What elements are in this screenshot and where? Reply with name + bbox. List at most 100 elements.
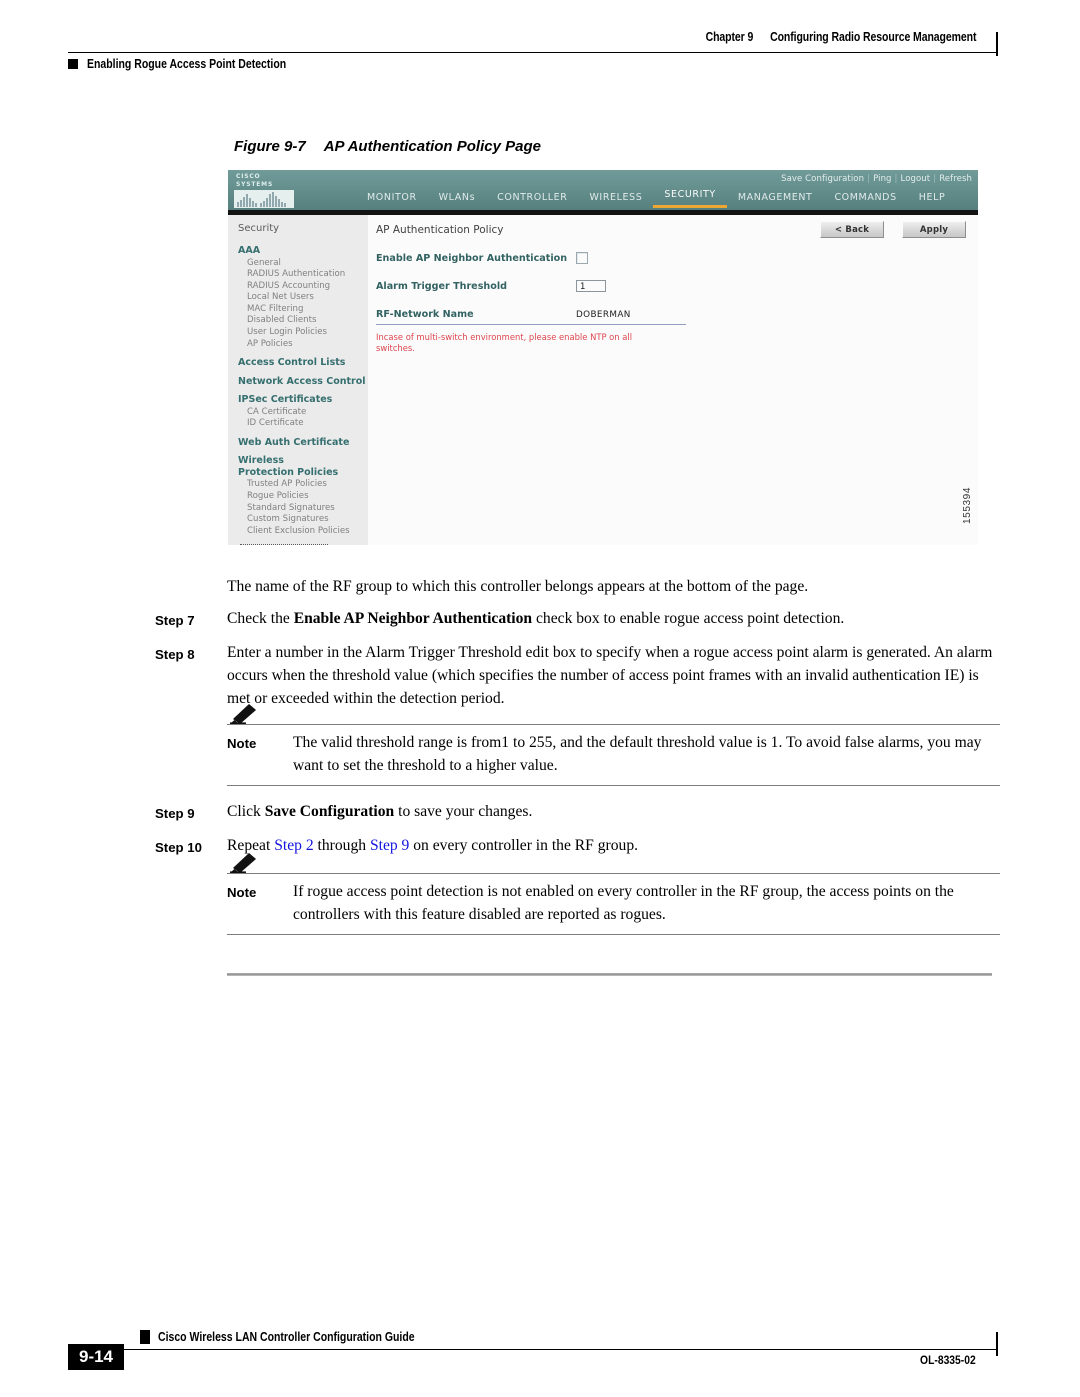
sidebar-item-user-login-policies[interactable]: User Login Policies — [238, 327, 368, 339]
sidebar-item-local-net-users[interactable]: Local Net Users — [238, 292, 368, 304]
sidebar-item-ca-certificate[interactable]: CA Certificate — [238, 407, 368, 419]
nav-monitor[interactable]: MONITOR — [356, 190, 428, 208]
step-10-label: Step 10 — [155, 840, 202, 855]
wlc-sidebar: Security AAA General RADIUS Authenticati… — [228, 215, 368, 545]
figure-number: Figure 9-7 — [234, 138, 306, 155]
sidebar-group-access-control-lists[interactable]: Access Control Lists — [238, 357, 368, 369]
lead-paragraph: The name of the RF group to which this c… — [227, 578, 809, 595]
step-7: Step 7 Check the Enable AP Neighbor Auth… — [155, 607, 1000, 632]
step-8-text: Enter a number in the Alarm Trigger Thre… — [227, 644, 993, 707]
document-body: The name of the RF group to which this c… — [155, 575, 1000, 949]
page-footer: Cisco Wireless LAN Controller Configurat… — [68, 1330, 998, 1382]
pencil-icon — [230, 704, 256, 724]
sidebar-item-disabled-clients[interactable]: Disabled Clients — [238, 315, 368, 327]
step-10-part-2: through — [313, 837, 370, 854]
sidebar-item-rogue-policies[interactable]: Rogue Policies — [238, 491, 368, 503]
figure-art-id: 155394 — [962, 487, 973, 524]
wlc-body: Security AAA General RADIUS Authenticati… — [228, 215, 978, 545]
header-rule — [68, 52, 998, 54]
step-9-part-0: Click — [227, 803, 265, 820]
sidebar-item-ap-authentication[interactable]: AP Authentication — [240, 544, 328, 545]
pencil-icon — [230, 853, 256, 873]
sidebar-item-standard-signatures[interactable]: Standard Signatures — [238, 503, 368, 515]
note-1-label: Note — [227, 736, 257, 751]
save-configuration-link[interactable]: Save Configuration — [781, 174, 864, 184]
rf-network-name-value: DOBERMAN — [576, 309, 631, 320]
nav-management[interactable]: MANAGEMENT — [727, 190, 824, 208]
step-9-label: Step 9 — [155, 806, 195, 821]
note-2-inner: Note If rogue access point detection is … — [227, 873, 1000, 935]
step-8-label: Step 8 — [155, 647, 195, 662]
section-end-rule — [227, 973, 992, 977]
alarm-trigger-threshold-input[interactable]: 1 — [576, 280, 606, 292]
wlc-main-nav[interactable]: MONITOR WLANs CONTROLLER WIRELESS SECURI… — [356, 187, 956, 208]
note-1-inner: Note The valid threshold range is from1 … — [227, 724, 1000, 786]
footer-bullet-square-icon — [140, 1330, 150, 1344]
nav-controller[interactable]: CONTROLLER — [486, 190, 578, 208]
nav-security[interactable]: SECURITY — [653, 187, 727, 208]
sidebar-group-network-access-control[interactable]: Network Access Control — [238, 376, 368, 388]
note-2-text: If rogue access point detection is not e… — [293, 883, 954, 923]
apply-button[interactable]: Apply — [902, 221, 966, 238]
sidebar-item-trusted-ap-policies[interactable]: Trusted AP Policies — [238, 479, 368, 491]
step-9-part-1: Save Configuration — [264, 803, 395, 820]
xref-step-9[interactable]: Step 9 — [370, 837, 409, 854]
step-10-part-4: on every controller in the RF group. — [409, 837, 639, 854]
footer-guide-title: Cisco Wireless LAN Controller Configurat… — [158, 1330, 415, 1344]
rf-network-name-label: RF-Network Name — [376, 309, 474, 320]
footer-page-number: 9-14 — [68, 1344, 124, 1370]
page-header: Chapter 9 Configuring Radio Resource Mana… — [68, 30, 998, 82]
nav-wireless[interactable]: WIRELESS — [578, 190, 653, 208]
footer-document-id: OL-8335-02 — [920, 1353, 976, 1367]
sidebar-item-id-certificate[interactable]: ID Certificate — [238, 418, 368, 430]
refresh-link[interactable]: Refresh — [939, 174, 972, 184]
step-7-label: Step 7 — [155, 613, 195, 628]
cisco-logo-wordmark: CISCO SYSTEMS — [236, 173, 274, 188]
enable-ap-neighbor-auth-label: Enable AP Neighbor Authentication — [376, 252, 568, 264]
note-1-text: The valid threshold range is from1 to 25… — [293, 734, 982, 774]
footer-rule-tick — [996, 1332, 998, 1356]
note-block-1: Note The valid threshold range is from1 … — [227, 704, 1000, 786]
link-separator: | — [933, 174, 937, 184]
step-9-text: Click Save Configuration to save your ch… — [227, 800, 1000, 825]
sidebar-item-mac-filtering[interactable]: MAC Filtering — [238, 304, 368, 316]
nav-commands[interactable]: COMMANDS — [823, 190, 907, 208]
sidebar-group-ipsec-certificates[interactable]: IPSec Certificates — [238, 394, 368, 406]
xref-step-2[interactable]: Step 2 — [274, 837, 313, 854]
header-chapter-title: Configuring Radio Resource Management — [769, 30, 976, 44]
sidebar-item-ap-policies[interactable]: AP Policies — [238, 339, 368, 351]
cisco-systems-logo: CISCO SYSTEMS — [234, 173, 296, 208]
link-separator: | — [867, 174, 871, 184]
step-10-text: Repeat Step 2 through Step 9 on every co… — [227, 834, 1000, 859]
back-button[interactable]: < Back — [820, 221, 884, 238]
nav-help[interactable]: HELP — [908, 190, 957, 208]
sidebar-item-radius-accounting[interactable]: RADIUS Accounting — [238, 281, 368, 293]
header-chapter-line: Chapter 9 Configuring Radio Resource Mana… — [705, 30, 976, 44]
logout-link[interactable]: Logout — [901, 174, 931, 184]
wlc-top-bar: CISCO SYSTEMS Save Configuration | Ping | Lo… — [228, 170, 978, 210]
step-7-part-0: Check the — [227, 610, 294, 627]
nav-wlans[interactable]: WLANs — [428, 190, 486, 208]
alarm-trigger-threshold-row: Alarm Trigger Threshold 1 — [376, 280, 978, 292]
note-block-2: Note If rogue access point detection is … — [227, 853, 1000, 935]
sidebar-group-wireless-protection-policies[interactable]: Wireless Protection Policies — [238, 455, 343, 478]
figure-title: AP Authentication Policy Page — [323, 138, 541, 155]
sidebar-item-custom-signatures[interactable]: Custom Signatures — [238, 514, 368, 526]
panel-action-buttons: < Back Apply — [820, 221, 966, 238]
ntp-warning-text: Incase of multi-switch environment, plea… — [376, 332, 633, 353]
sidebar-item-client-exclusion-policies[interactable]: Client Exclusion Policies — [238, 526, 368, 538]
sidebar-item-general[interactable]: General — [238, 258, 368, 270]
sidebar-item-radius-authentication[interactable]: RADIUS Authentication — [238, 269, 368, 281]
step-9-part-2: to save your changes. — [394, 803, 533, 820]
sidebar-group-aaa[interactable]: AAA — [238, 245, 368, 257]
ping-link[interactable]: Ping — [873, 174, 891, 184]
footer-rule — [68, 1349, 998, 1351]
step-7-text: Check the Enable AP Neighbor Authenticat… — [227, 607, 1000, 632]
wlc-utility-links[interactable]: Save Configuration | Ping | Logout | Refresh — [781, 174, 972, 184]
sidebar-group-web-auth-certificate[interactable]: Web Auth Certificate — [238, 437, 368, 449]
note-2-label: Note — [227, 885, 257, 900]
enable-ap-neighbor-auth-checkbox[interactable] — [576, 252, 588, 264]
alarm-trigger-threshold-label: Alarm Trigger Threshold — [376, 280, 507, 292]
sidebar-title: Security — [238, 223, 280, 234]
step-7-part-1: Enable AP Neighbor Authentication — [293, 610, 533, 627]
